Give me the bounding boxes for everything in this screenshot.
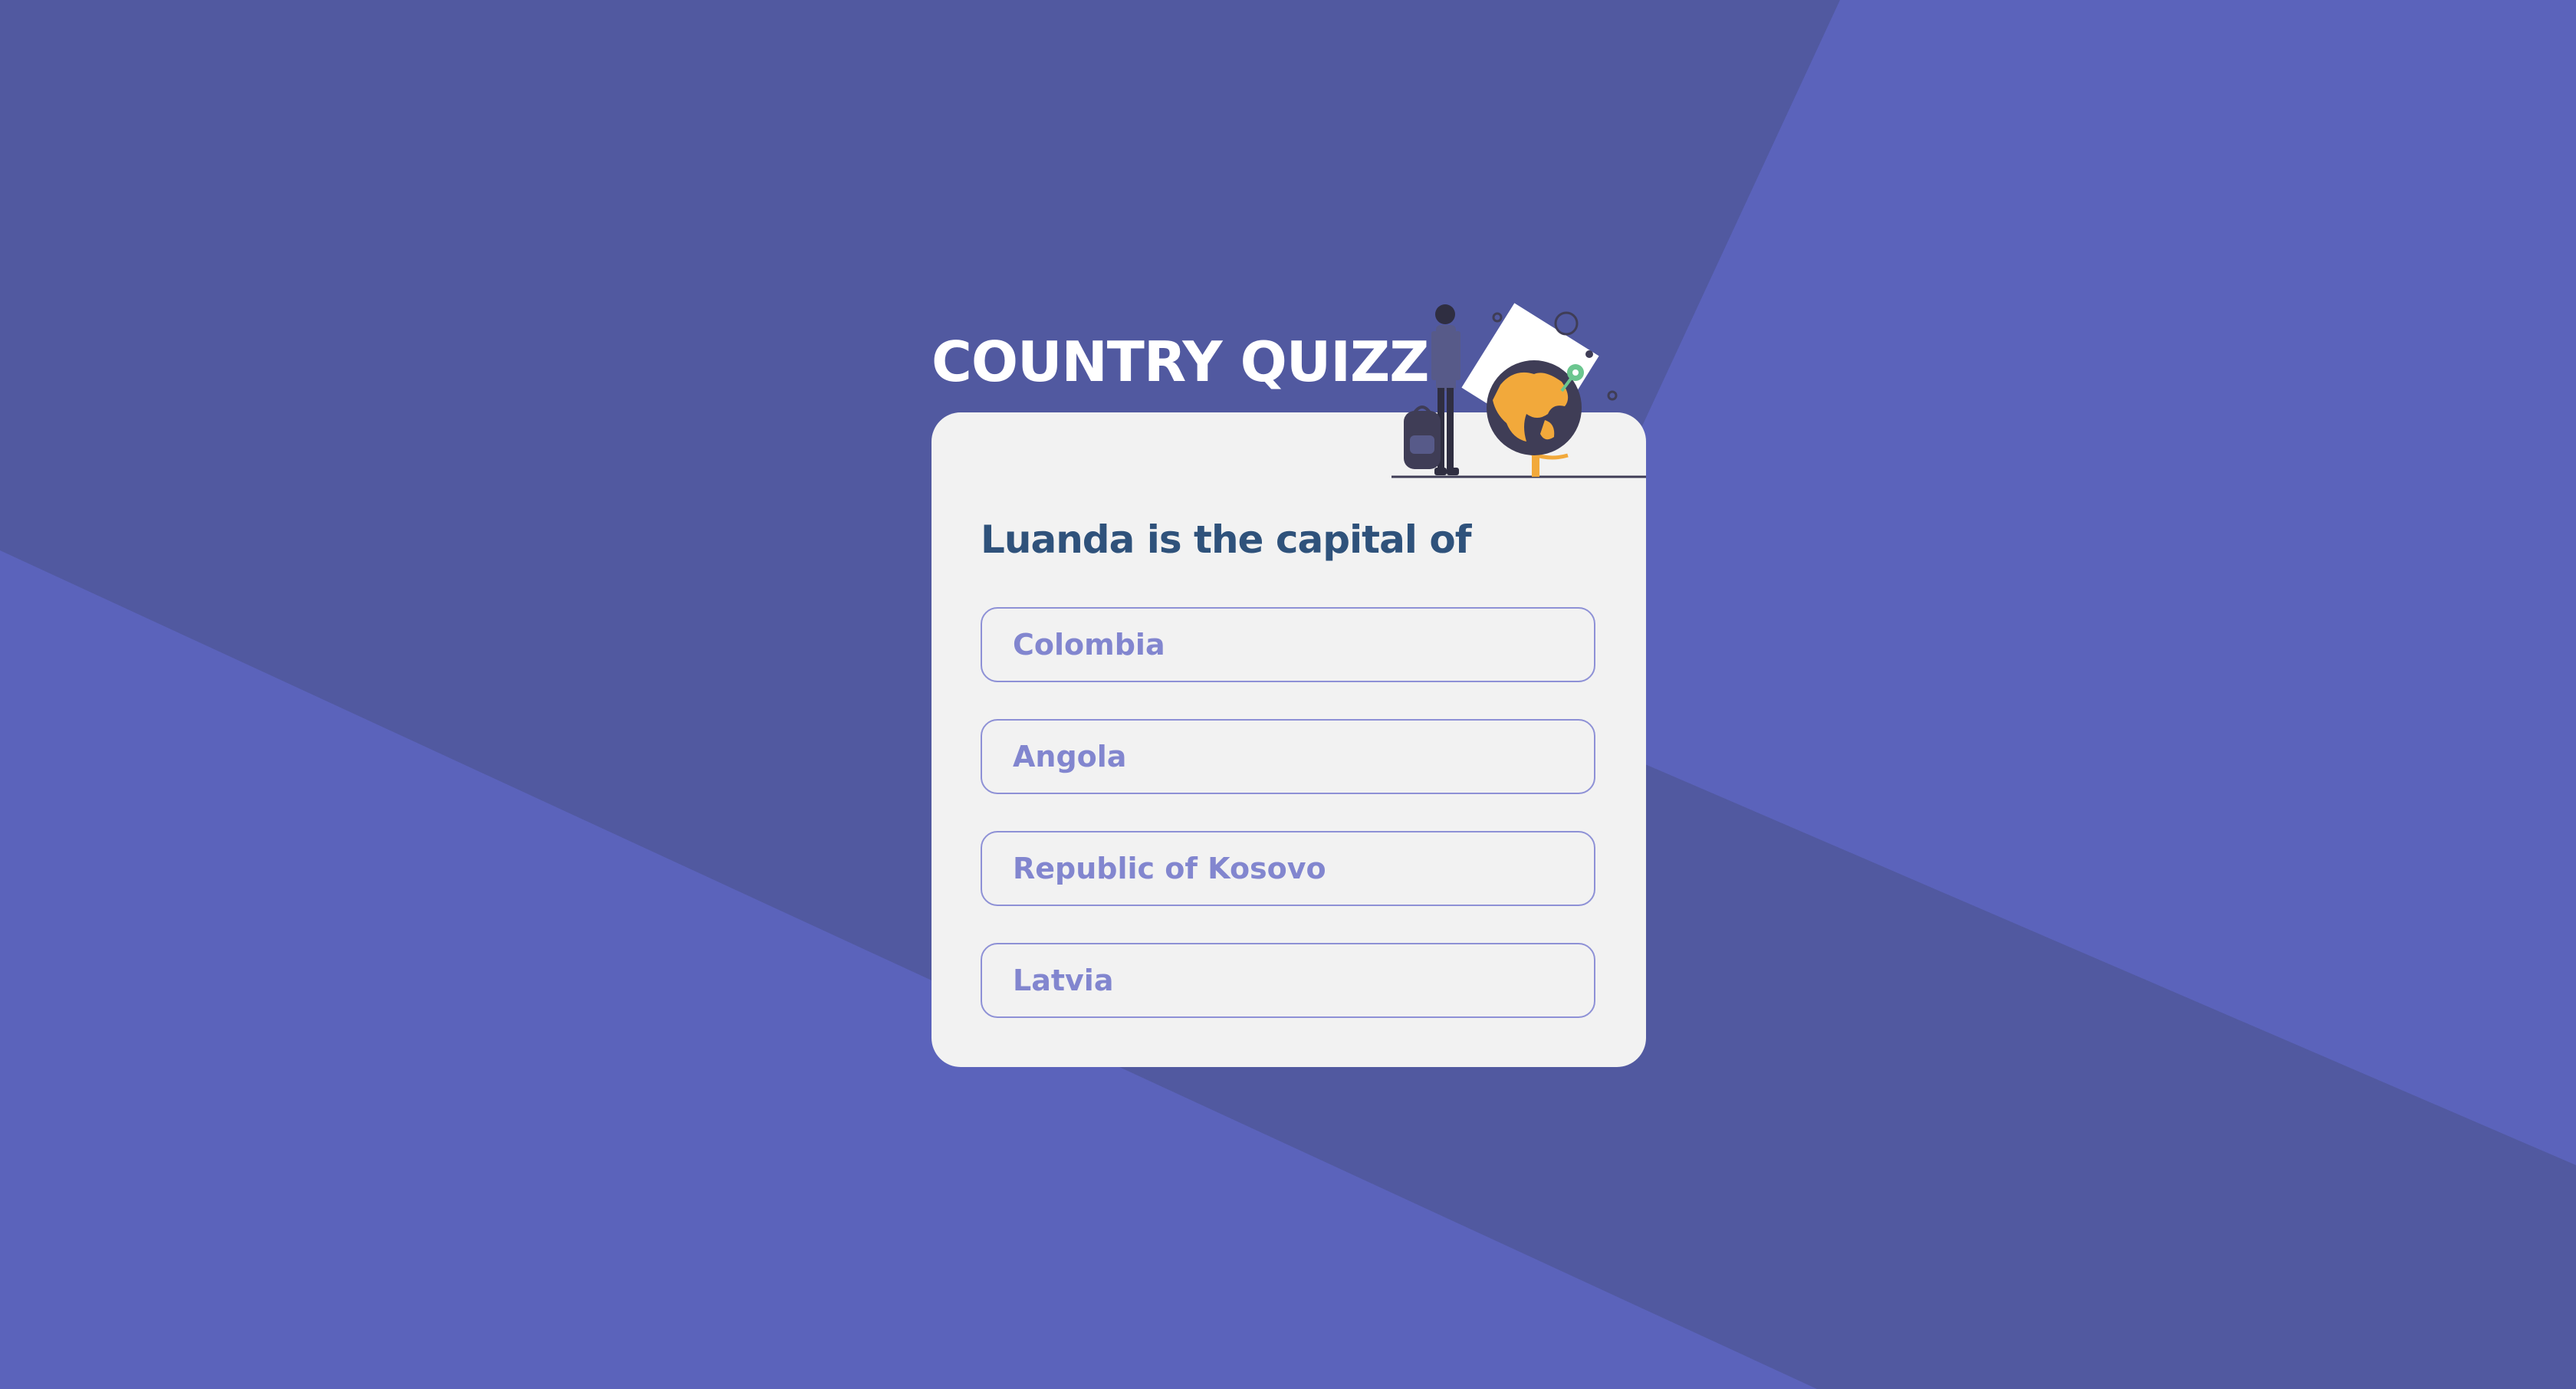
answer-options: Colombia Angola Republic of Kosovo Latvi…	[981, 607, 1595, 1055]
option-label: Angola	[1013, 740, 1127, 773]
option-label: Colombia	[1013, 628, 1165, 662]
option-colombia[interactable]: Colombia	[981, 607, 1595, 682]
option-republic-of-kosovo[interactable]: Republic of Kosovo	[981, 831, 1595, 906]
option-label: Latvia	[1013, 964, 1114, 997]
option-label: Republic of Kosovo	[1013, 852, 1326, 885]
traveler-with-globe-illustration	[1392, 303, 1646, 478]
option-latvia[interactable]: Latvia	[981, 943, 1595, 1018]
option-angola[interactable]: Angola	[981, 719, 1595, 794]
page: COUNTRY QUIZZ Luanda is the capital of C…	[0, 0, 2576, 1389]
app-title: COUNTRY QUIZZ	[932, 330, 1429, 394]
question-text: Luanda is the capital of	[981, 517, 1471, 562]
quiz-card: Luanda is the capital of Colombia Angola…	[932, 412, 1646, 1067]
